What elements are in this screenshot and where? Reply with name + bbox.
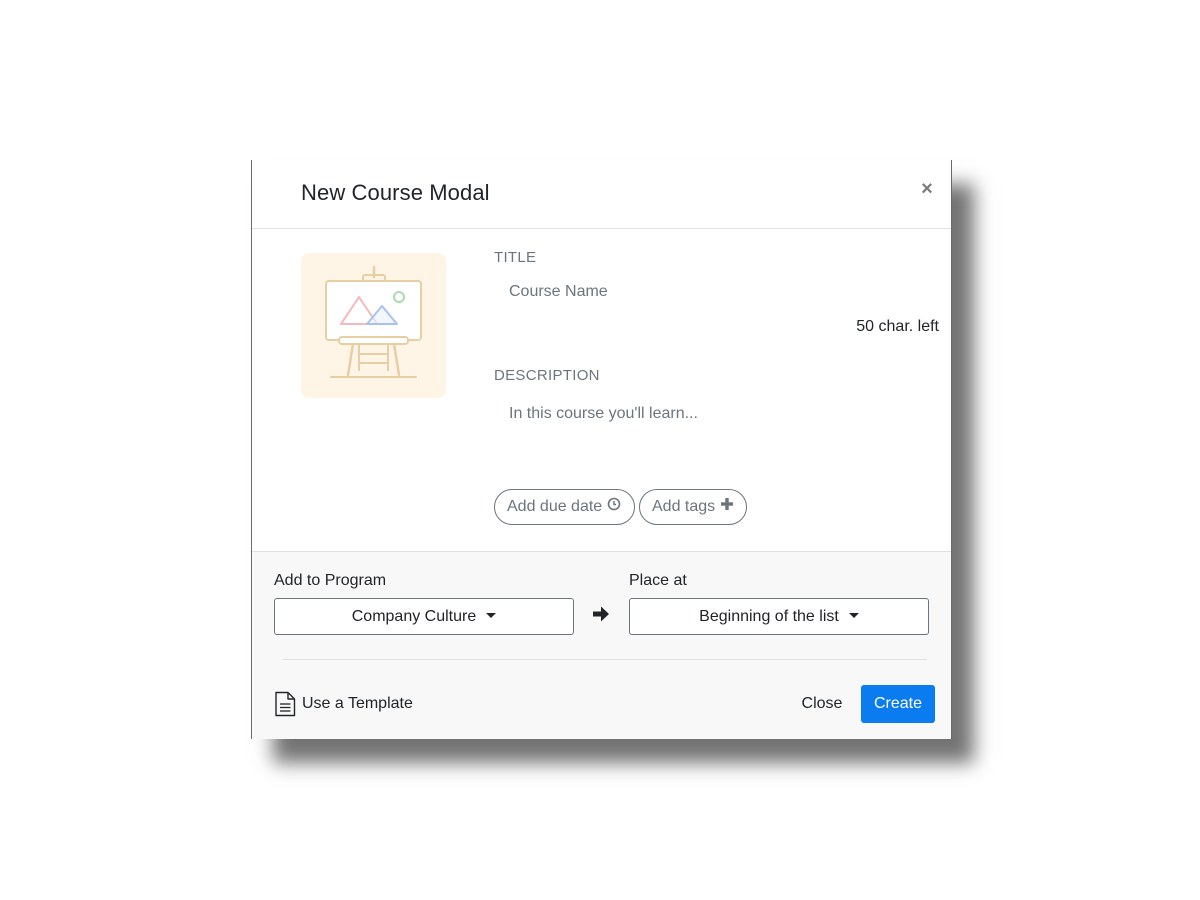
- description-input[interactable]: [494, 401, 934, 471]
- caret-down-icon: [848, 613, 859, 618]
- use-template-link[interactable]: Use a Template: [274, 691, 413, 717]
- title-label: TITLE: [494, 249, 537, 266]
- easel-icon: [325, 265, 422, 378]
- place-dropdown[interactable]: Beginning of the list: [629, 598, 929, 635]
- create-button[interactable]: Create: [861, 685, 935, 723]
- program-selected: Company Culture: [351, 608, 477, 625]
- close-icon[interactable]: ×: [918, 177, 936, 201]
- course-name-input[interactable]: [494, 275, 934, 309]
- add-tags-label: Add tags: [652, 498, 716, 516]
- document-icon: [275, 691, 296, 717]
- char-counter: 50 char. left: [856, 318, 939, 335]
- close-button[interactable]: Close: [792, 685, 852, 723]
- description-label: DESCRIPTION: [494, 367, 600, 384]
- use-template-label: Use a Template: [302, 695, 413, 712]
- program-dropdown[interactable]: Company Culture: [274, 598, 574, 635]
- add-tags-button[interactable]: Add tags: [639, 489, 747, 525]
- modal-header: New Course Modal ×: [252, 160, 951, 229]
- add-due-date-button[interactable]: Add due date: [494, 489, 635, 525]
- place-at-label: Place at: [629, 572, 687, 589]
- place-selected: Beginning of the list: [699, 608, 839, 625]
- program-section: Add to Program Company Culture Place at …: [252, 551, 951, 739]
- modal-title: New Course Modal: [301, 180, 490, 205]
- clock-icon: [607, 490, 621, 524]
- add-due-date-label: Add due date: [507, 498, 603, 516]
- caret-down-icon: [486, 613, 497, 618]
- add-to-program-label: Add to Program: [274, 572, 387, 589]
- plus-icon: [720, 490, 734, 524]
- arrow-right-icon: [593, 606, 609, 622]
- new-course-modal: New Course Modal × TITLE 50 char. left D…: [251, 160, 952, 739]
- footer-divider: [283, 659, 927, 660]
- course-thumbnail[interactable]: [301, 253, 446, 398]
